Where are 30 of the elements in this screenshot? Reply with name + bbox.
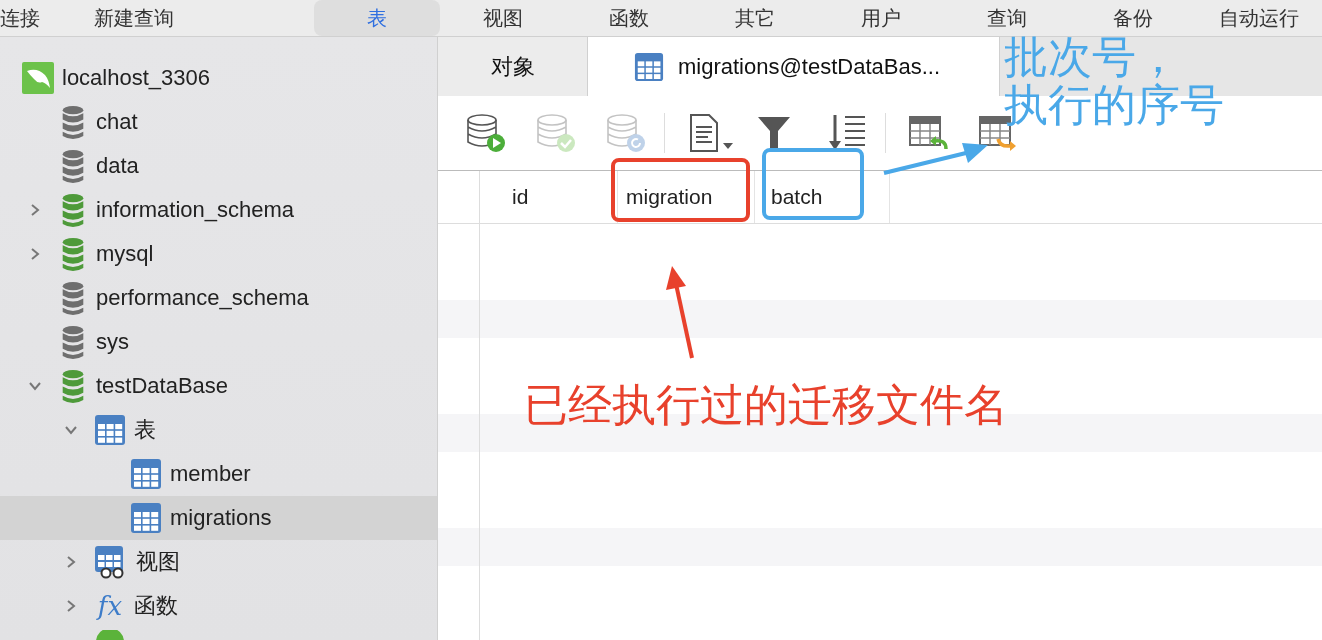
toolbar-tab[interactable]: 自动运行 (1196, 0, 1322, 36)
tree-item[interactable]: testDataBase (0, 364, 437, 408)
annotation-text: 批次号， 执行的序号 (1004, 33, 1224, 129)
tree-item[interactable]: member (0, 452, 437, 496)
tree-item[interactable]: data (0, 144, 437, 188)
editor-tab[interactable]: migrations@testDataBas... (588, 37, 1000, 96)
tree-item[interactable]: sys (0, 320, 437, 364)
toolbar-tab[interactable]: 备份 (1070, 0, 1196, 36)
toolbar-tab[interactable]: 其它 (692, 0, 818, 36)
tree-item[interactable]: 视图 (0, 540, 437, 584)
tree-item[interactable]: fx 函数 (0, 584, 437, 628)
toolbar-tab[interactable]: 视图 (440, 0, 566, 36)
column-header[interactable]: id (480, 171, 618, 223)
toolbar-tab[interactable]: 查询 (944, 0, 1070, 36)
toolbar-tab[interactable]: 连接 (0, 0, 75, 36)
tree-item[interactable]: chat (0, 100, 437, 144)
tree-item[interactable]: localhost_3306 (0, 56, 437, 100)
toolbar-tab[interactable]: 用户 (818, 0, 944, 36)
tree-item[interactable]: information_schema (0, 188, 437, 232)
tree-item[interactable]: migrations (0, 496, 437, 540)
annotation-text: 已经执行过的迁移文件名 (524, 379, 1008, 431)
column-header[interactable]: migration (618, 171, 755, 223)
editor-tab[interactable]: 对象 (438, 37, 588, 96)
function-icon: fx (94, 591, 126, 621)
tree-item[interactable]: 表 (0, 408, 437, 452)
column-header[interactable]: batch (755, 171, 890, 223)
toolbar-tab[interactable]: 新建查询 (75, 0, 314, 36)
tree-item[interactable]: mysql (0, 232, 437, 276)
toolbar-tab[interactable]: 函数 (566, 0, 692, 36)
tree-item[interactable]: performance_schema (0, 276, 437, 320)
